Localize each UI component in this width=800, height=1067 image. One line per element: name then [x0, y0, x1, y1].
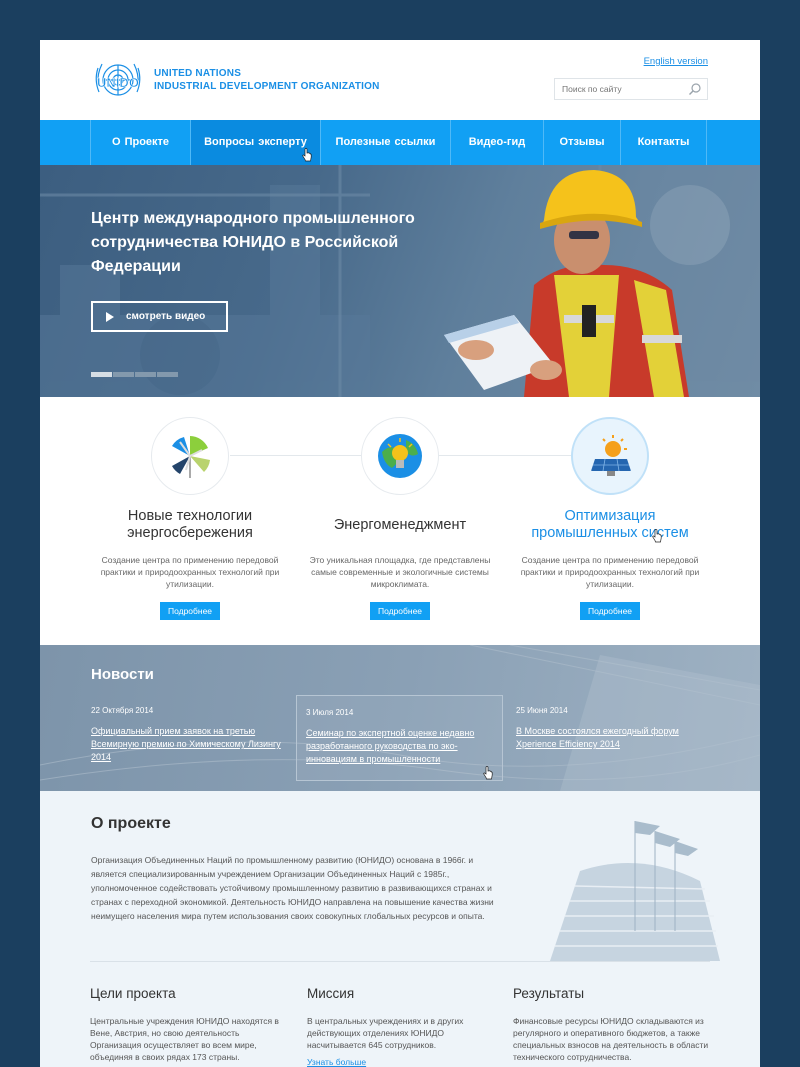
nav-item-about[interactable]: О Проекте	[90, 120, 190, 165]
wind-turbine-icon	[172, 436, 210, 478]
feature-title: Новые технологии энергосбережения	[127, 508, 253, 541]
column-mission: Миссия В центральных учреждениях и в дру…	[307, 986, 477, 1067]
solar-panel-icon	[591, 435, 631, 476]
org-name: UNITED NATIONS INDUSTRIAL DEVELOPMENT OR…	[154, 67, 380, 93]
page: UNIDO UNITED NATIONS INDUSTRIAL DEVELOPM…	[40, 40, 760, 1067]
search-icon[interactable]	[688, 82, 702, 96]
nav-item-video-guide[interactable]: Видео-гид	[450, 120, 543, 165]
column-title: Цели проекта	[90, 986, 176, 1001]
more-button[interactable]: Подробнее	[159, 602, 221, 620]
nav-item-expert-questions[interactable]: Вопросы эксперту	[190, 120, 320, 165]
news-item: 3 Июля 2014 Семинар по экспертной оценке…	[296, 695, 503, 781]
nav-item-label: Вопросы эксперту	[204, 136, 307, 148]
english-version-link[interactable]: English version	[644, 56, 708, 67]
news-title-link[interactable]: В Москве состоялся ежегодный форум Xperi…	[516, 725, 706, 751]
svg-text:UNIDO: UNIDO	[97, 75, 139, 90]
column-text: В центральных учреждениях и в других дей…	[307, 1016, 464, 1050]
news-title-link[interactable]: Официальный прием заявок на третью Всеми…	[91, 725, 281, 764]
main-nav: О Проекте Вопросы эксперту Полезные ссыл…	[40, 120, 760, 165]
hand-cursor-icon	[652, 529, 662, 543]
site-header: UNIDO UNITED NATIONS INDUSTRIAL DEVELOPM…	[40, 40, 760, 120]
feature-card-energy-saving: Новые технологии энергосбережения Создан…	[90, 417, 290, 620]
feature-description: Создание центра по применению передовой …	[100, 555, 280, 589]
org-name-line2: INDUSTRIAL DEVELOPMENT ORGANIZATION	[154, 81, 380, 92]
search-box	[554, 78, 708, 100]
news-heading: Новости	[91, 666, 154, 683]
news-date: 3 Июля 2014	[306, 708, 354, 717]
hero-title: Центр международного промышленного сотру…	[91, 210, 415, 275]
news-date: 25 Июня 2014	[516, 706, 568, 715]
slider-dot[interactable]	[91, 372, 112, 377]
column-text: Финансовые ресурсы ЮНИДО складываются из…	[513, 1016, 709, 1062]
worker-photo	[444, 170, 689, 397]
bottom-columns-wrapper: Цели проекта Центральные учреждения ЮНИД…	[40, 961, 760, 1067]
search-input[interactable]	[555, 79, 679, 99]
column-title: Результаты	[513, 986, 585, 1001]
bottom-columns: Цели проекта Центральные учреждения ЮНИД…	[90, 961, 710, 1067]
slider-pagination	[91, 372, 179, 377]
nav-item-contacts[interactable]: Контакты	[620, 120, 707, 165]
column-results: Результаты Финансовые ресурсы ЮНИДО скла…	[513, 986, 711, 1063]
feature-icon-circle	[361, 417, 439, 495]
org-name-line1: UNITED NATIONS	[154, 68, 242, 79]
feature-title: Оптимизация промышленных систем	[531, 508, 689, 541]
feature-icon-circle	[151, 417, 229, 495]
news-title-link[interactable]: Семинар по экспертной оценке недавно раз…	[306, 727, 492, 766]
un-building-image	[550, 821, 720, 961]
unido-logo[interactable]: UNIDO UNITED NATIONS INDUSTRIAL DEVELOPM…	[90, 56, 380, 104]
nav-item-useful-links[interactable]: Полезные ссылки	[320, 120, 450, 165]
hero-banner: Центр международного промышленного сотру…	[40, 165, 760, 397]
feature-card-industrial-optimization: Оптимизация промышленных систем Создание…	[510, 417, 710, 620]
features-section: Новые технологии энергосбережения Создан…	[40, 397, 760, 645]
hand-cursor-icon	[483, 766, 493, 780]
feature-description: Создание центра по применению передовой …	[520, 555, 700, 589]
column-project-goals: Цели проекта Центральные учреждения ЮНИД…	[90, 986, 280, 1063]
un-emblem-icon: UNIDO	[95, 63, 141, 96]
slider-dot[interactable]	[135, 372, 156, 377]
feature-icon-circle	[571, 417, 649, 495]
news-item: 22 Октября 2014 Официальный прием заявок…	[91, 696, 281, 764]
watch-video-label: смотреть видео	[126, 311, 206, 322]
feature-card-energy-management: Энергоменеджмент Это уникальная площадка…	[300, 417, 500, 620]
slider-dot[interactable]	[157, 372, 178, 377]
learn-more-link[interactable]: Узнать больше	[307, 1057, 477, 1067]
news-item: 25 Июня 2014 В Москве состоялся ежегодны…	[516, 696, 706, 751]
watch-video-button[interactable]: смотреть видео	[91, 301, 228, 332]
column-text: Центральные учреждения ЮНИДО находятся в…	[90, 1016, 279, 1062]
more-button[interactable]: Подробнее	[369, 602, 431, 620]
column-title: Миссия	[307, 986, 355, 1001]
news-date: 22 Октября 2014	[91, 706, 154, 715]
about-text: Организация Объединенных Наций по промыш…	[91, 855, 494, 921]
feature-title: Энергоменеджмент	[333, 516, 467, 533]
about-section: О проекте Организация Объединенных Наций…	[40, 791, 760, 961]
news-section: Новости 22 Октября 2014 Официальный прие…	[40, 645, 760, 791]
slider-dot[interactable]	[113, 372, 134, 377]
about-heading: О проекте	[91, 815, 171, 832]
nav-item-reviews[interactable]: Отзывы	[543, 120, 620, 165]
lightbulb-globe-icon	[378, 434, 422, 478]
more-button[interactable]: Подробнее	[579, 602, 641, 620]
feature-description: Это уникальная площадка, где представлен…	[309, 555, 491, 589]
play-icon	[106, 311, 114, 322]
hand-cursor-icon	[302, 148, 312, 162]
